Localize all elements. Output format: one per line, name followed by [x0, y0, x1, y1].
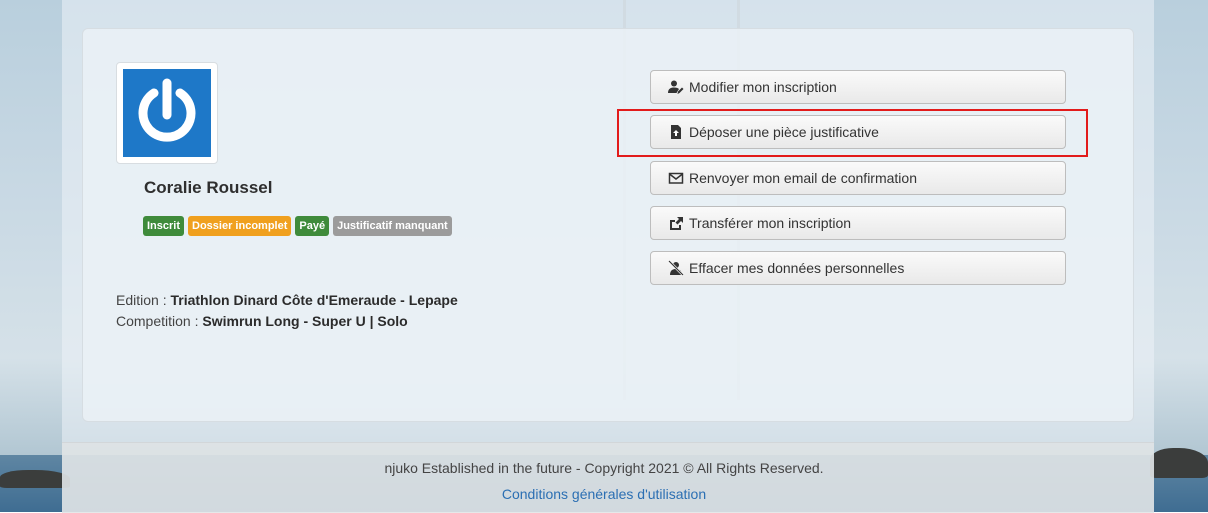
status-badge-paye: Payé [295, 216, 330, 236]
footer [62, 442, 1154, 513]
renvoyer-email-label: Renvoyer mon email de confirmation [689, 170, 917, 186]
competition-value: Swimrun Long - Super U | Solo [202, 313, 408, 329]
effacer-donnees-button[interactable]: Effacer mes données personnelles [650, 251, 1066, 285]
competition-label: Competition : [116, 313, 203, 329]
status-badge-inscrit: Inscrit [143, 216, 185, 236]
competition-line: Competition : Swimrun Long - Super U | S… [116, 313, 408, 329]
envelope-icon [668, 172, 684, 184]
status-badges: Inscrit Dossier incomplet Payé Justifica… [143, 216, 452, 236]
status-badge-dossier-incomplet: Dossier incomplet [188, 216, 292, 236]
avatar-image [123, 69, 211, 157]
edition-line: Edition : Triathlon Dinard Côte d'Emerau… [116, 292, 458, 308]
terms-link[interactable]: Conditions générales d'utilisation [0, 486, 1208, 502]
edition-label: Edition : [116, 292, 171, 308]
transferer-inscription-label: Transférer mon inscription [689, 215, 852, 231]
modifier-inscription-button[interactable]: Modifier mon inscription [650, 70, 1066, 104]
status-badge-justificatif-manquant: Justificatif manquant [333, 216, 452, 236]
renvoyer-email-button[interactable]: Renvoyer mon email de confirmation [650, 161, 1066, 195]
modifier-inscription-label: Modifier mon inscription [689, 79, 837, 95]
footer-copyright: njuko Established in the future - Copyri… [384, 460, 824, 476]
highlight-box [617, 109, 1088, 157]
effacer-donnees-label: Effacer mes données personnelles [689, 260, 905, 276]
user-slash-icon [668, 260, 684, 276]
avatar [116, 62, 218, 164]
transferer-inscription-button[interactable]: Transférer mon inscription [650, 206, 1066, 240]
edition-value: Triathlon Dinard Côte d'Emeraude - Lepap… [170, 292, 458, 308]
user-name: Coralie Roussel [144, 178, 273, 197]
share-icon [670, 217, 683, 230]
power-logo-icon [138, 78, 196, 142]
user-edit-icon [668, 80, 684, 94]
